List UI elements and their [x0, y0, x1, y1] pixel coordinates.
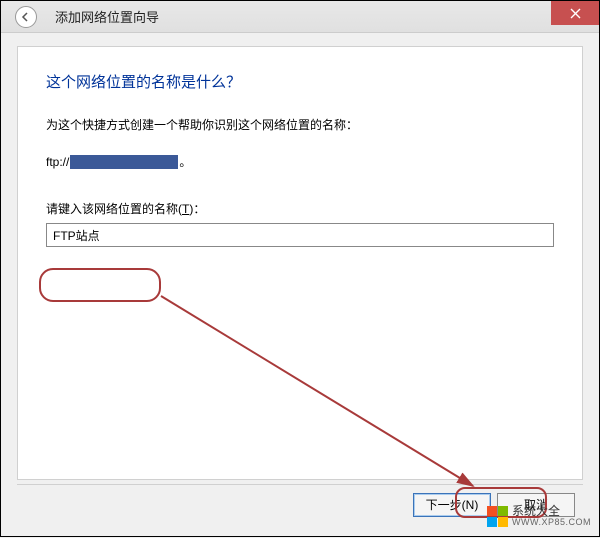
ftp-address-line: ftp:// 。: [46, 153, 554, 170]
next-button[interactable]: 下一步(N): [413, 493, 491, 517]
close-button[interactable]: [551, 1, 599, 25]
page-heading: 这个网络位置的名称是什么？: [46, 71, 554, 92]
back-button[interactable]: [15, 6, 37, 28]
title-bar: 添加网络位置向导: [1, 1, 599, 33]
ftp-prefix: ftp://: [46, 155, 69, 169]
ftp-redacted-host: [70, 155, 178, 169]
name-input-label: 请键入该网络位置的名称(T)：: [46, 200, 554, 217]
ftp-suffix: 。: [179, 153, 191, 170]
wizard-page: 这个网络位置的名称是什么？ 为这个快捷方式创建一个帮助你识别这个网络位置的名称：…: [17, 46, 583, 480]
cancel-button[interactable]: 取消: [497, 493, 575, 517]
instruction-text: 为这个快捷方式创建一个帮助你识别这个网络位置的名称：: [46, 116, 554, 133]
window-title: 添加网络位置向导: [55, 7, 159, 26]
back-arrow-icon: [20, 11, 32, 23]
button-bar: 下一步(N) 取消: [17, 484, 583, 524]
location-name-input[interactable]: [46, 223, 554, 247]
close-icon: [570, 8, 581, 19]
